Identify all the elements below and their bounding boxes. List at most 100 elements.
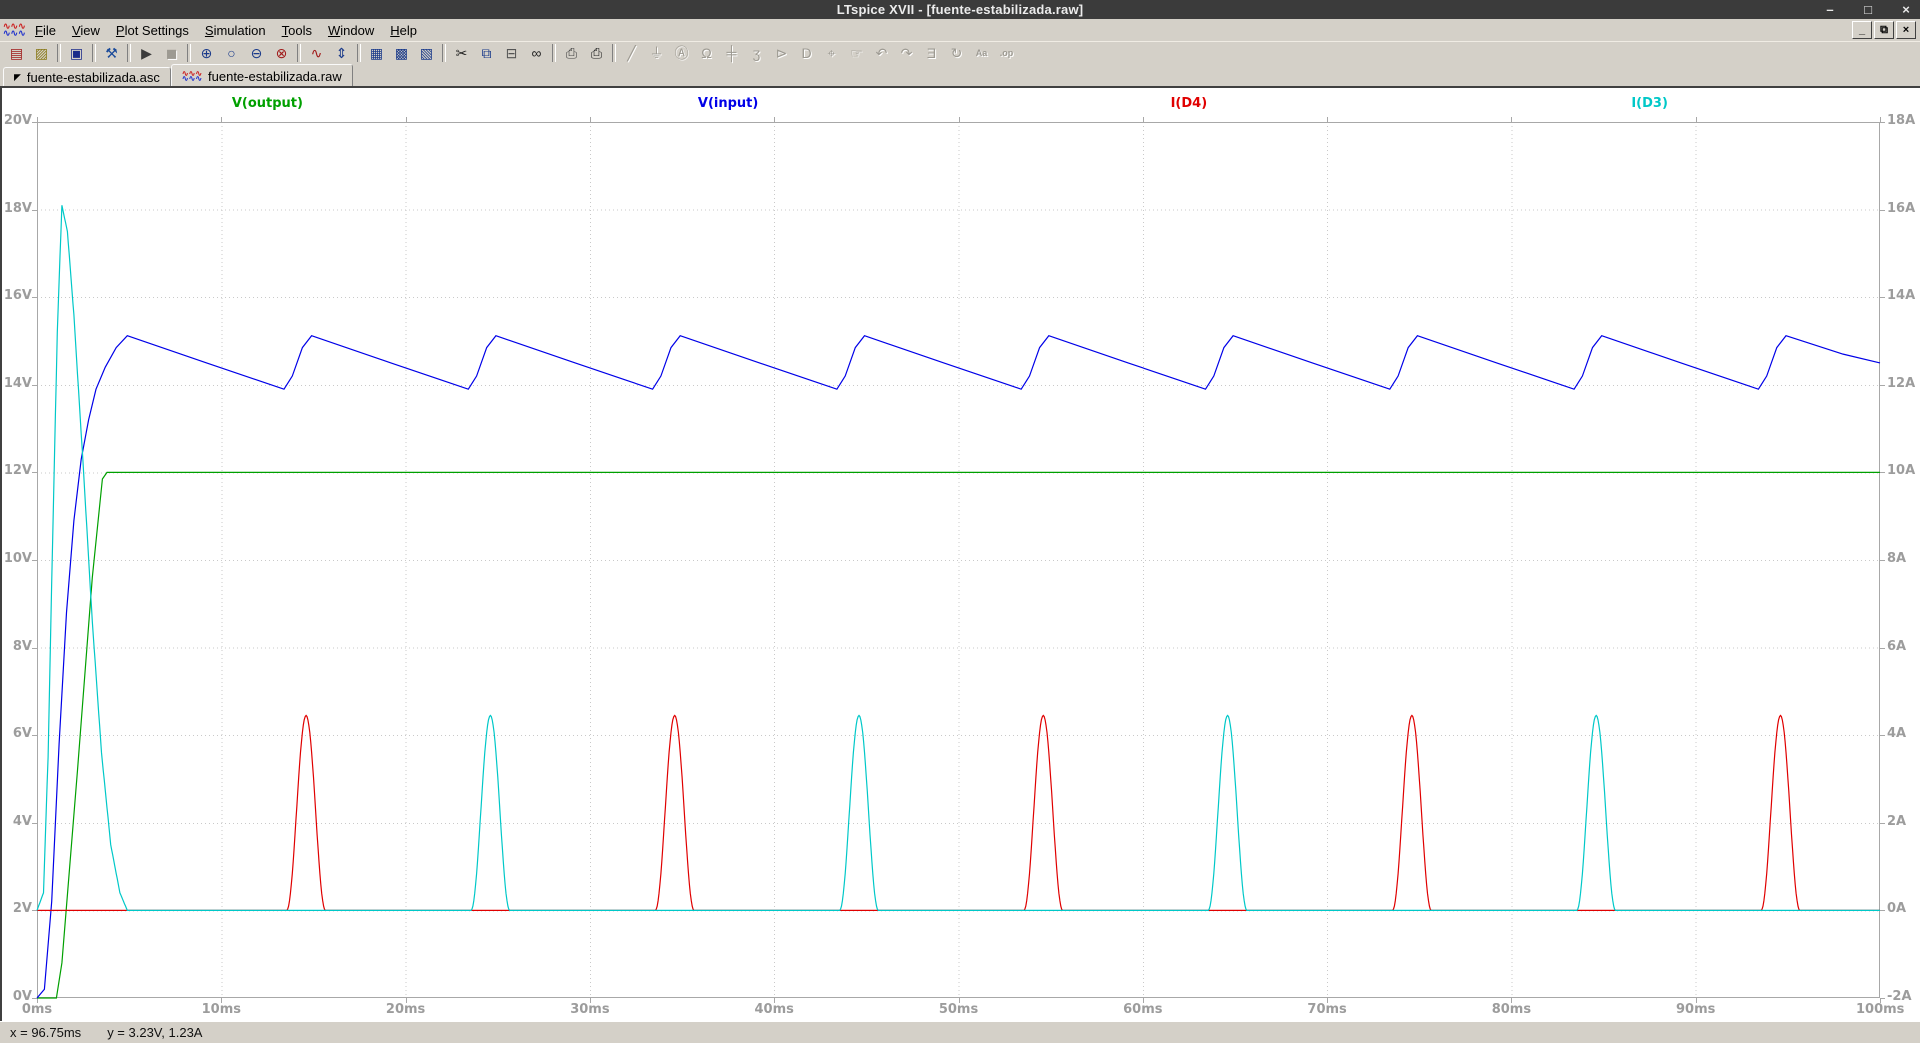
maximize-button[interactable]: □ (1860, 0, 1876, 19)
tab-waveform-label: fuente-estabilizada.raw (208, 68, 342, 84)
toolbar-separator (127, 44, 131, 62)
place-inductor-icon: ʒ (752, 45, 761, 61)
time-axis-label[interactable]: 10ms (197, 1002, 245, 1017)
print-icon[interactable]: ⎙ (584, 42, 609, 64)
right-current-axis-label[interactable]: 8A (1887, 551, 1906, 566)
time-axis-label[interactable]: 40ms (750, 1002, 798, 1017)
close-button[interactable]: × (1898, 0, 1914, 19)
right-current-axis-label[interactable]: 12A (1887, 376, 1915, 391)
menu-window[interactable]: Window (320, 21, 382, 40)
time-axis-label[interactable]: 70ms (1303, 1002, 1351, 1017)
tab-schematic[interactable]: ◤ fuente-estabilizada.asc (3, 67, 171, 86)
right-current-axis-label[interactable]: 10A (1887, 463, 1915, 478)
right-current-axis[interactable]: 18A 16A 14A 12A 10A 8A 6A 4A 2A 0A -2A (1880, 113, 1920, 1004)
place-ground-icon: ⏚ (649, 45, 664, 61)
right-current-axis-label[interactable]: 14A (1887, 288, 1915, 303)
waveform-plot[interactable] (32, 117, 1885, 1003)
toolbar-separator (57, 44, 61, 62)
mdi-window-controls: _ ⧉ × (1852, 21, 1916, 39)
time-axis[interactable]: 0ms 10ms 20ms 30ms 40ms 50ms 60ms 70ms 80ms 90ms 1… (22, 998, 1905, 1018)
cascade-windows-icon[interactable]: ▧ (414, 42, 439, 64)
trace-I(D4)[interactable] (37, 714, 1880, 912)
title-bar: LTspice XVII - [fuente-estabilizada.raw]… (0, 0, 1920, 19)
tile-vertically-icon[interactable]: ▦ (364, 42, 389, 64)
toolbar-separator (442, 44, 446, 62)
toolbar-separator (297, 44, 301, 62)
toolbar: ▤ ▨ ▣ ⚒ ▶ ◼ ⊕ ○ ⊖ ⊗ ∿ ⇕ ▦ ▩ ▧ ✂ ⧉ ⊟ ∞ ⎙ ⎙ ╱ ⏚ Ⓐ Ω ╪ ʒ ⊳ D ⌖ ☞ ↶ ↷ Ǝ ↻ Aa .op (0, 41, 1920, 64)
tab-waveform[interactable]: ∿∿∿ ∿∿∿ fuente-estabilizada.raw (170, 64, 353, 86)
toolbar-separator (357, 44, 361, 62)
right-current-axis-label[interactable]: 4A (1887, 726, 1906, 741)
time-axis-label[interactable]: 0ms (13, 1002, 61, 1017)
tile-horizontally-icon[interactable]: ▩ (389, 42, 414, 64)
menu-plot-settings[interactable]: Plot Settings (108, 21, 197, 40)
cut-icon[interactable]: ✂ (449, 42, 474, 64)
run-simulation-icon[interactable]: ▶ (134, 42, 159, 64)
left-voltage-axis[interactable]: 20V 18V 16V 14V 12V 10V 8V 6V 4V 2V 0V (1, 113, 32, 1004)
left-voltage-axis-label[interactable]: 6V (1, 726, 32, 741)
autorange-axes-icon[interactable]: ⇕ (329, 42, 354, 64)
zoom-full-extents-icon[interactable]: ⊗ (269, 42, 294, 64)
undo-icon: ↶ (875, 44, 888, 61)
zoom-in-icon[interactable]: ⊕ (194, 42, 219, 64)
plot-settings-icon[interactable]: ∿ (304, 42, 329, 64)
menu-help[interactable]: Help (382, 21, 425, 40)
time-axis-label[interactable]: 50ms (935, 1002, 983, 1017)
toolbar-separator (187, 44, 191, 62)
left-voltage-axis-label[interactable]: 4V (1, 814, 32, 829)
right-current-axis-label[interactable]: 2A (1887, 814, 1906, 829)
new-schematic-icon[interactable]: ▤ (4, 42, 29, 64)
time-axis-label[interactable]: 30ms (566, 1002, 614, 1017)
status-bar: x = 96.75ms y = 3.23V, 1.23A (0, 1021, 1920, 1043)
move-icon: ⌖ (827, 44, 836, 61)
left-voltage-axis-label[interactable]: 18V (1, 201, 32, 216)
legend-I(D3)[interactable]: I(D3) (1631, 96, 1668, 111)
toolbar-separator (552, 44, 556, 62)
menu-simulation[interactable]: Simulation (197, 21, 274, 40)
paste-icon[interactable]: ⊟ (499, 42, 524, 64)
minimize-button[interactable]: – (1822, 0, 1838, 19)
tab-strip: ◤ fuente-estabilizada.asc ∿∿∿ ∿∿∿ fuente… (0, 64, 1920, 86)
mdi-close-button[interactable]: × (1896, 21, 1916, 39)
menu-file[interactable]: File (27, 21, 64, 40)
mdi-minimize-button[interactable]: _ (1852, 21, 1872, 39)
window-controls: – □ × (1822, 0, 1914, 19)
open-file-icon[interactable]: ▨ (29, 42, 54, 64)
left-voltage-axis-label[interactable]: 2V (1, 901, 32, 916)
control-panel-icon[interactable]: ⚒ (99, 42, 124, 64)
redo-icon: ↷ (900, 44, 913, 61)
save-icon[interactable]: ▣ (64, 42, 89, 64)
add-text-icon: Aa (975, 48, 988, 58)
find-icon[interactable]: ∞ (524, 42, 549, 64)
spice-directive-icon: .op (999, 48, 1014, 58)
time-axis-label[interactable]: 20ms (382, 1002, 430, 1017)
left-voltage-axis-label[interactable]: 14V (1, 376, 32, 391)
time-axis-label[interactable]: 80ms (1487, 1002, 1535, 1017)
place-label-icon: Ⓐ (674, 45, 689, 61)
print-preview-icon[interactable]: ⎙ (559, 42, 584, 64)
right-current-axis-label[interactable]: 6A (1887, 639, 1906, 654)
left-voltage-axis-label[interactable]: 12V (1, 463, 32, 478)
right-current-axis-label[interactable]: 0A (1887, 901, 1906, 916)
time-axis-label[interactable]: 90ms (1672, 1002, 1720, 1017)
left-voltage-axis-label[interactable]: 8V (1, 639, 32, 654)
legend-I(D4)[interactable]: I(D4) (1171, 96, 1208, 111)
right-current-axis-label[interactable]: 18A (1887, 113, 1915, 128)
trace-V(output)[interactable] (37, 471, 1880, 999)
trace-legend: V(output) V(input) I(D4) I(D3) (37, 96, 1880, 116)
zoom-back-icon[interactable]: ○ (219, 42, 244, 64)
menu-view[interactable]: View (64, 21, 108, 40)
copy-icon[interactable]: ⧉ (474, 42, 499, 64)
zoom-out-icon[interactable]: ⊖ (244, 42, 269, 64)
mdi-restore-button[interactable]: ⧉ (1874, 21, 1894, 39)
left-voltage-axis-label[interactable]: 10V (1, 551, 32, 566)
legend-V(output)[interactable]: V(output) (232, 96, 303, 111)
legend-V(input)[interactable]: V(input) (698, 96, 758, 111)
menu-tools[interactable]: Tools (274, 21, 320, 40)
time-axis-label[interactable]: 60ms (1119, 1002, 1167, 1017)
left-voltage-axis-label[interactable]: 20V (1, 113, 32, 128)
halt-simulation-icon: ◼ (165, 44, 178, 61)
time-axis-label[interactable]: 100ms (1856, 1002, 1904, 1017)
right-current-axis-label[interactable]: 16A (1887, 201, 1915, 216)
left-voltage-axis-label[interactable]: 16V (1, 288, 32, 303)
